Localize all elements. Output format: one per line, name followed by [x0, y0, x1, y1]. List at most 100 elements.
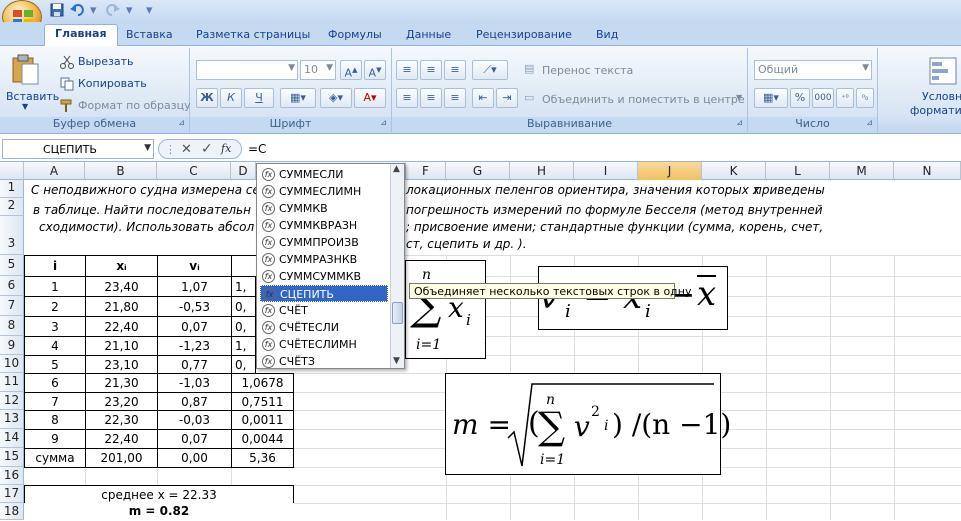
- autocomplete-item[interactable]: fx СУММКВ: [260, 200, 388, 217]
- table-cell[interactable]: среднее x = 22.33: [24, 485, 294, 504]
- number-format-box[interactable]: Общий ▼: [754, 60, 872, 80]
- table-cell[interactable]: 0,07: [157, 316, 232, 337]
- table-cell[interactable]: 21,10: [85, 336, 158, 356]
- table-cell[interactable]: 22,30: [85, 410, 158, 430]
- row-header[interactable]: 10: [0, 355, 24, 373]
- wrap-text-button[interactable]: ▤ Перенос текста: [524, 60, 724, 80]
- increase-indent-icon[interactable]: ⇥: [496, 88, 518, 108]
- chevron-down-icon[interactable]: ▾: [126, 3, 133, 18]
- table-cell[interactable]: 0,0011: [231, 410, 294, 430]
- table-cell[interactable]: 5: [24, 355, 86, 374]
- select-all-button[interactable]: [0, 162, 24, 180]
- dialog-launcher-icon[interactable]: ⊿: [866, 118, 873, 127]
- column-header[interactable]: B: [85, 162, 157, 180]
- chevron-down-icon[interactable]: ▼: [144, 143, 151, 153]
- align-top-icon[interactable]: ≡: [396, 60, 418, 80]
- table-cell[interactable]: 0,7511: [231, 392, 294, 411]
- formula-input[interactable]: =С: [248, 142, 266, 156]
- customize-toolbar-icon[interactable]: ▾: [146, 3, 153, 18]
- row-header[interactable]: 17: [0, 485, 24, 503]
- table-cell[interactable]: 22,40: [85, 316, 158, 337]
- row-header[interactable]: 6: [0, 276, 24, 296]
- column-header[interactable]: D: [231, 162, 256, 180]
- font-name-box[interactable]: ▼: [196, 60, 298, 80]
- save-icon[interactable]: [50, 3, 64, 21]
- row-header[interactable]: 8: [0, 316, 24, 336]
- font-color-icon[interactable]: A▾: [354, 88, 386, 108]
- row-header[interactable]: 7: [0, 296, 24, 316]
- table-cell[interactable]: 0,87: [157, 392, 232, 411]
- column-header[interactable]: A: [24, 162, 85, 180]
- orientation-icon[interactable]: ⟋▾: [472, 60, 508, 80]
- table-cell[interactable]: -1,03: [157, 373, 232, 393]
- autocomplete-item[interactable]: fx СУММСУММКВ: [260, 268, 388, 285]
- redo-icon[interactable]: [104, 3, 120, 21]
- table-cell[interactable]: 21,30: [85, 373, 158, 393]
- column-header[interactable]: L: [766, 162, 830, 180]
- column-header[interactable]: H: [510, 162, 574, 180]
- column-header[interactable]: M: [830, 162, 894, 180]
- autocomplete-item[interactable]: fx СЧЁТЕСЛИМН: [260, 336, 388, 353]
- decrease-font-icon[interactable]: A▼: [364, 60, 386, 80]
- increase-font-icon[interactable]: A▲: [340, 60, 362, 80]
- align-right-icon[interactable]: ≡: [444, 88, 466, 108]
- row-header[interactable]: 15: [0, 448, 24, 467]
- row-header[interactable]: 3: [0, 216, 24, 255]
- autocomplete-item[interactable]: fx СУММРАЗНКВ: [260, 251, 388, 268]
- table-cell[interactable]: -1,23: [157, 336, 232, 356]
- thousands-button[interactable]: 000: [812, 88, 834, 108]
- table-cell[interactable]: сумма: [24, 448, 86, 468]
- tab-page-layout[interactable]: Разметка страницы: [186, 26, 320, 46]
- table-cell[interactable]: i: [24, 255, 86, 277]
- autocomplete-item[interactable]: fx СУММПРОИЗВ: [260, 234, 388, 251]
- autocomplete-item[interactable]: fx СЦЕПИТЬ: [260, 285, 388, 302]
- table-cell[interactable]: 9: [24, 429, 86, 449]
- name-box[interactable]: СЦЕПИТЬ ▼: [2, 139, 154, 159]
- format-painter-button[interactable]: Формат по образцу: [60, 98, 191, 114]
- scroll-up-icon[interactable]: ▲: [393, 164, 400, 174]
- table-cell[interactable]: 0,0044: [231, 429, 294, 449]
- merge-center-button[interactable]: ▭ Объединить и поместить в центре ▼: [524, 90, 745, 110]
- underline-button[interactable]: Ч: [244, 88, 274, 108]
- table-cell[interactable]: 1,07: [157, 276, 232, 297]
- row-header[interactable]: 12: [0, 392, 24, 410]
- table-cell[interactable]: vᵢ: [157, 255, 232, 277]
- table-cell[interactable]: 0,07: [157, 429, 232, 449]
- dialog-launcher-icon[interactable]: ⊿: [380, 118, 387, 127]
- table-cell[interactable]: xᵢ: [85, 255, 158, 277]
- bold-button[interactable]: Ж: [196, 88, 218, 108]
- autocomplete-item[interactable]: fx СЧЁТ: [260, 302, 388, 319]
- table-cell[interactable]: 6: [24, 373, 86, 393]
- font-size-box[interactable]: 10 ▼: [300, 60, 336, 80]
- table-cell[interactable]: -0,03: [157, 410, 232, 430]
- italic-button[interactable]: К: [220, 88, 242, 108]
- cancel-icon[interactable]: ✕: [181, 142, 192, 157]
- table-cell[interactable]: 2: [24, 296, 86, 317]
- row-header[interactable]: 18: [0, 503, 24, 520]
- table-cell[interactable]: 23,20: [85, 392, 158, 411]
- table-cell[interactable]: 0,: [231, 296, 256, 317]
- table-cell[interactable]: 23,10: [85, 355, 158, 374]
- row-header[interactable]: 13: [0, 410, 24, 429]
- dialog-launcher-icon[interactable]: ⊿: [178, 118, 185, 127]
- borders-icon[interactable]: ▦▾: [280, 88, 316, 108]
- row-header[interactable]: 16: [0, 467, 24, 485]
- tab-formulas[interactable]: Формулы: [318, 26, 392, 46]
- insert-function-icon[interactable]: fx: [221, 142, 231, 155]
- autocomplete-item[interactable]: fx СЧЁТЕСЛИ: [260, 319, 388, 336]
- table-cell[interactable]: 8: [24, 410, 86, 430]
- table-cell[interactable]: 22,40: [85, 429, 158, 449]
- conditional-formatting-button[interactable]: Условно форматиров: [892, 54, 961, 117]
- row-header[interactable]: 5: [0, 255, 24, 276]
- check-icon[interactable]: ✓: [201, 141, 213, 157]
- autocomplete-scrollbar[interactable]: ▲ ▼: [390, 164, 404, 368]
- autocomplete-item[interactable]: fx СУММКВРАЗН: [260, 217, 388, 234]
- table-cell[interactable]: 0,77: [157, 355, 232, 374]
- tab-view[interactable]: Вид: [586, 26, 628, 46]
- table-cell[interactable]: 0,00: [157, 448, 232, 468]
- tab-insert[interactable]: Вставка: [116, 26, 183, 46]
- decrease-indent-icon[interactable]: ⇤: [472, 88, 494, 108]
- decrease-decimal-icon[interactable]: ⁰₀: [856, 88, 874, 108]
- table-cell[interactable]: 7: [24, 392, 86, 411]
- table-cell[interactable]: 5,36: [231, 448, 294, 468]
